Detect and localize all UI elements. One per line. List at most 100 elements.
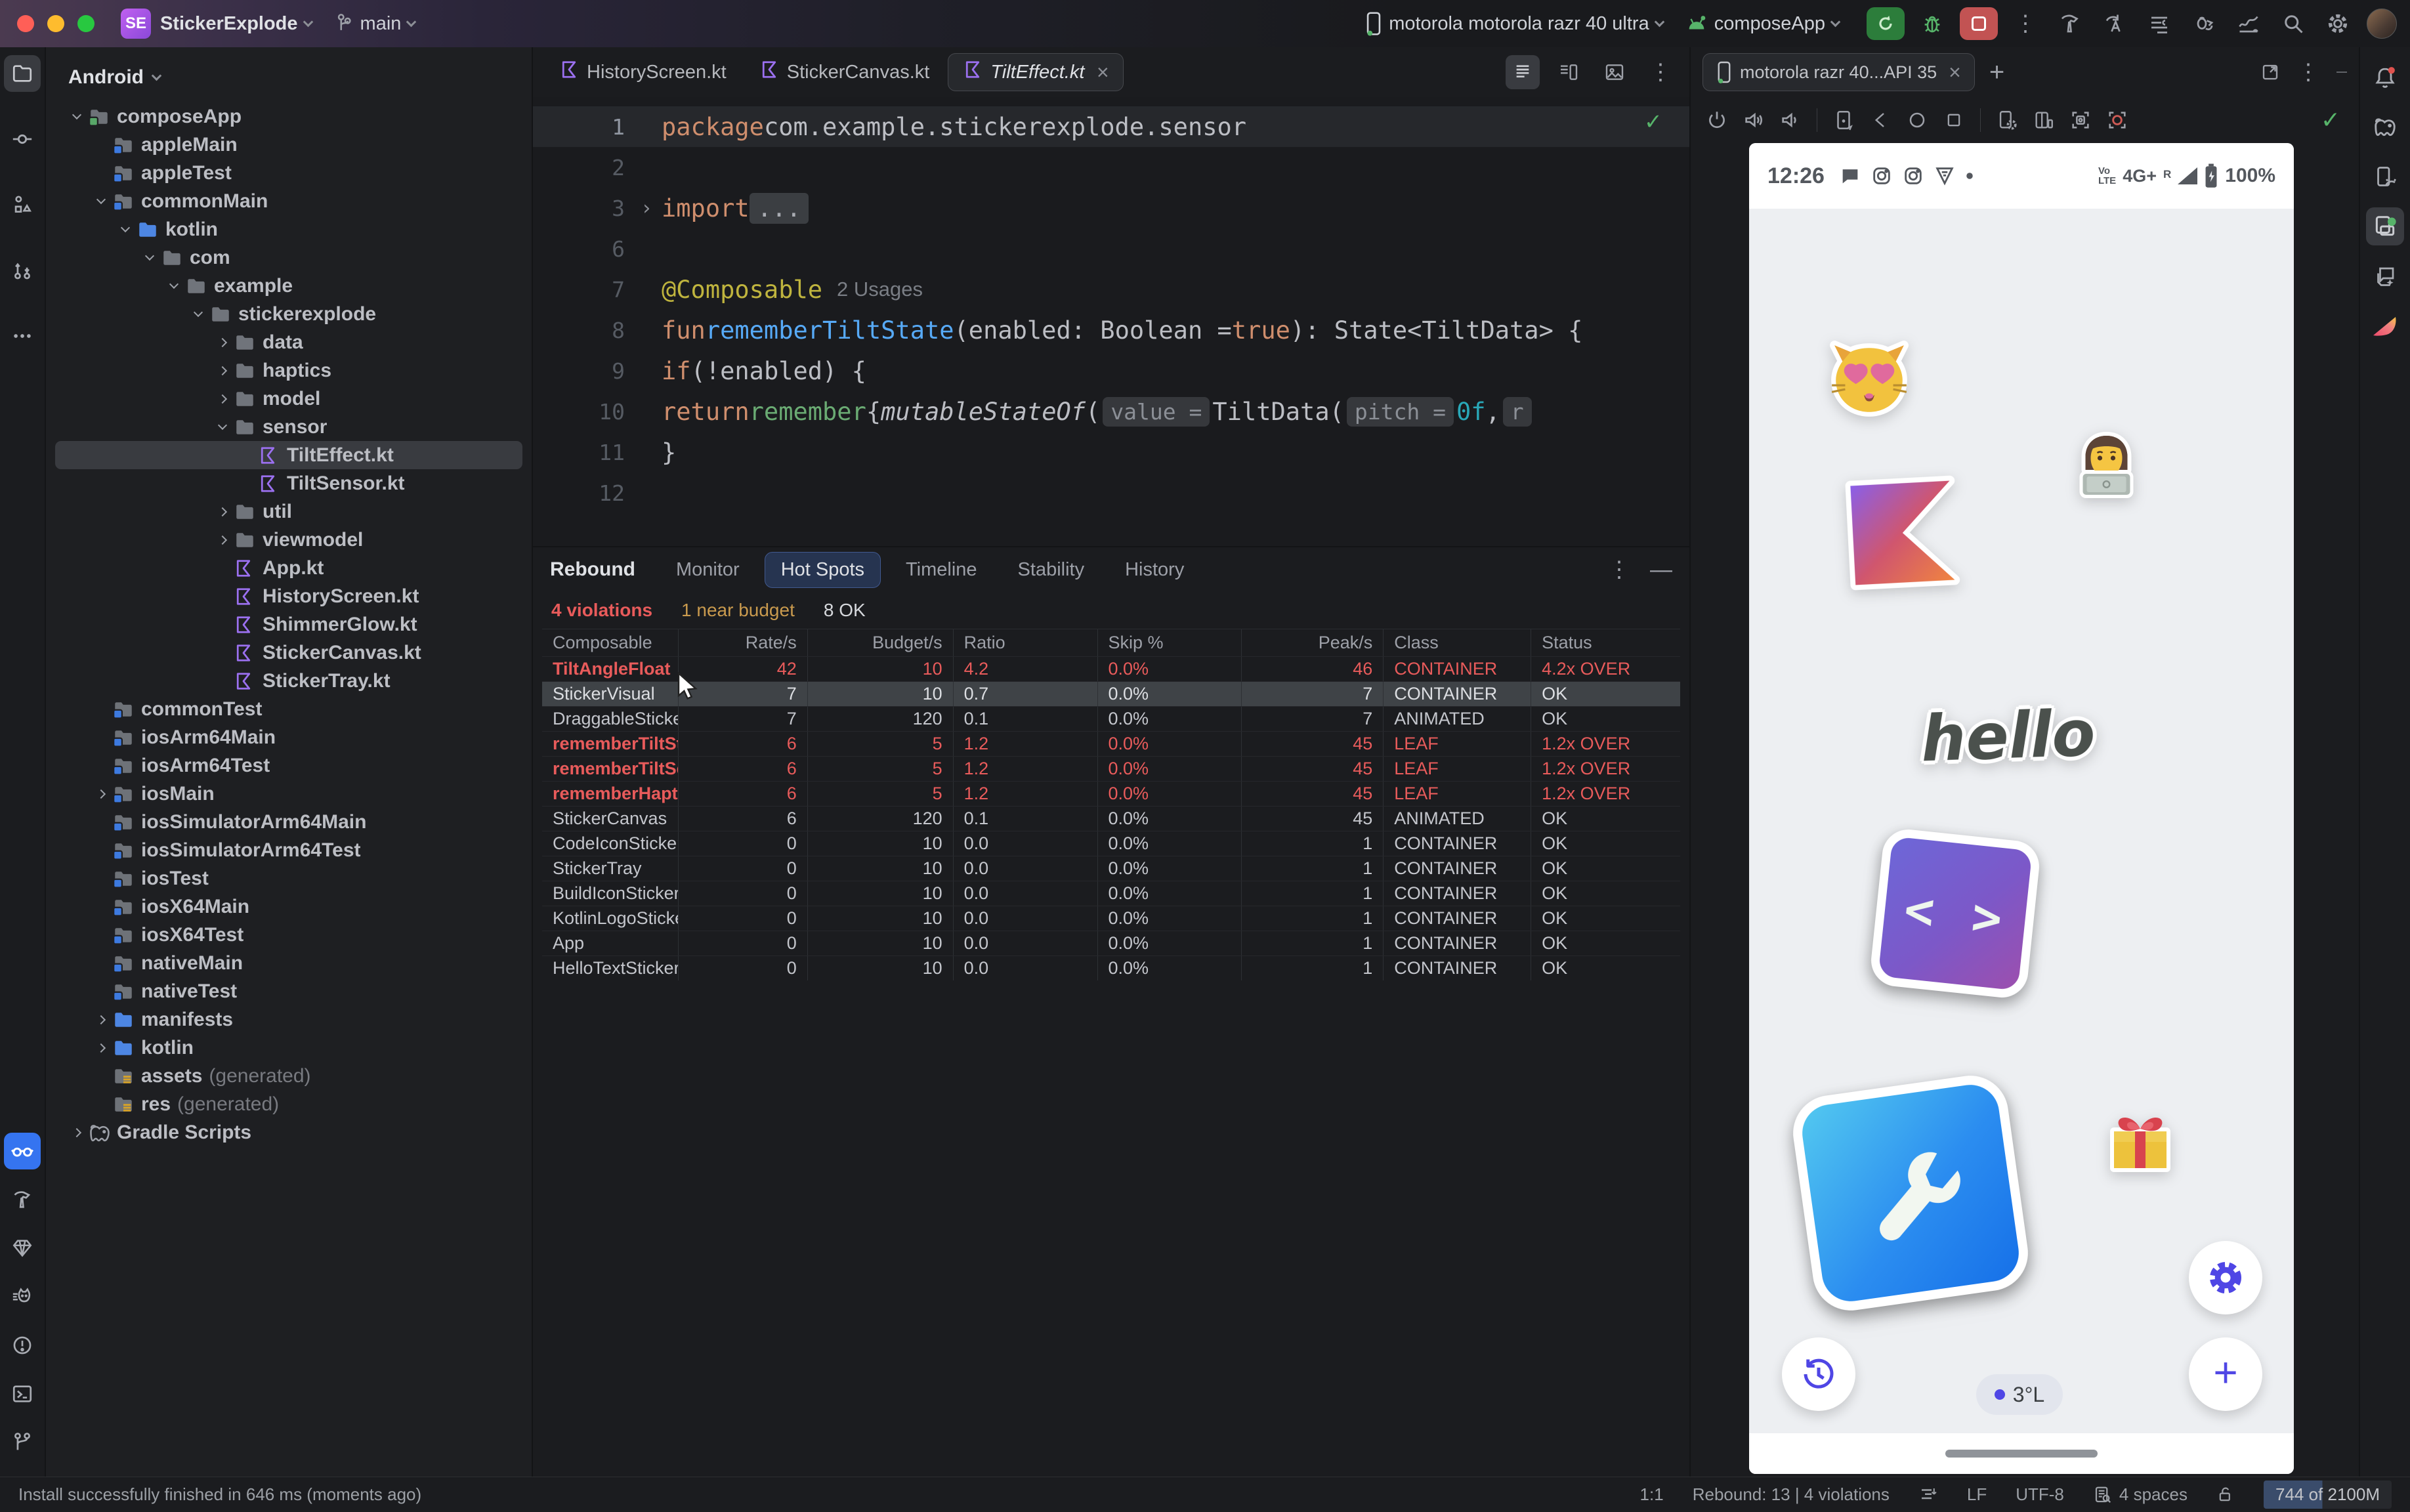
readonly-lock-icon[interactable] xyxy=(2216,1486,2235,1504)
tree-item-res[interactable]: res (generated) xyxy=(55,1090,522,1118)
rerun-button[interactable] xyxy=(1867,7,1905,40)
chevron-icon[interactable] xyxy=(90,1015,112,1024)
device-tab[interactable]: motorola razr 40...API 35 × xyxy=(1702,53,1975,91)
tree-item-stickercanvas-kt[interactable]: StickerCanvas.kt xyxy=(55,639,522,667)
project-tool-button[interactable] xyxy=(4,55,41,92)
chevron-icon[interactable] xyxy=(66,110,88,119)
tree-item-assets[interactable]: assets (generated) xyxy=(55,1062,522,1090)
tree-item-tiltsensor-kt[interactable]: TiltSensor.kt xyxy=(55,469,522,497)
settings-fab[interactable] xyxy=(2189,1241,2262,1314)
rebound-minimize-button[interactable]: — xyxy=(1650,557,1672,583)
tree-item-app-kt[interactable]: App.kt xyxy=(55,554,522,582)
rebound-tab-stability[interactable]: Stability xyxy=(1002,553,1101,587)
chevron-icon[interactable] xyxy=(90,789,112,799)
caret-position[interactable]: 1:1 xyxy=(1640,1484,1664,1505)
gift-emoji-sticker[interactable] xyxy=(2103,1102,2177,1179)
code-line[interactable]: 12 xyxy=(533,472,1689,513)
device-overview-button[interactable] xyxy=(1938,104,1970,136)
tree-item-iosarm64main[interactable]: iosArm64Main xyxy=(55,723,522,751)
hello-text-sticker[interactable]: hello xyxy=(1920,696,2096,776)
hotspot-row-stickertray[interactable]: StickerTray 0 10 0.0 0.0% 1 CONTAINER OK xyxy=(542,856,1680,881)
close-tab-icon[interactable]: × xyxy=(1096,60,1109,85)
hotspot-row-draggablesticker[interactable]: DraggableSticker 7 120 0.1 0.0% 7 ANIMATED OK xyxy=(542,706,1680,731)
device-panel-minimize-button[interactable]: — xyxy=(2336,66,2347,78)
code-icon-sticker[interactable]: < > xyxy=(1869,827,2042,1000)
tree-item-applemain[interactable]: appleMain xyxy=(55,131,522,159)
dependencies-tool-button[interactable] xyxy=(4,1230,41,1267)
chevron-icon[interactable] xyxy=(163,279,185,289)
column-header-class[interactable]: Class xyxy=(1384,629,1532,656)
more-tools-button[interactable] xyxy=(4,318,41,354)
column-header-composable[interactable]: Composable xyxy=(542,629,679,656)
device-fold-button[interactable] xyxy=(2028,104,2060,136)
problems-tool-button[interactable] xyxy=(4,1327,41,1364)
rebound-tool-button[interactable] xyxy=(4,1133,41,1169)
device-volume-up-button[interactable] xyxy=(1738,104,1769,136)
notifications-button[interactable] xyxy=(2366,58,2404,96)
tree-item-iossimulatorarm64main[interactable]: iosSimulatorArm64Main xyxy=(55,808,522,836)
minimize-window-button[interactable] xyxy=(47,15,64,32)
fold-chevron-icon[interactable]: › xyxy=(631,197,662,220)
profiler-button[interactable] xyxy=(2096,5,2133,42)
tree-item-composeapp[interactable]: composeApp xyxy=(55,102,522,131)
hotspot-row-buildiconsticker[interactable]: BuildIconSticker 0 10 0.0 0.0% 1 CONTAINER OK xyxy=(542,881,1680,906)
device-power-button[interactable] xyxy=(1701,104,1733,136)
device-back-button[interactable] xyxy=(1865,104,1896,136)
tree-item-viewmodel[interactable]: viewmodel xyxy=(55,526,522,554)
tree-item-stickerexplode[interactable]: stickerexplode xyxy=(55,300,522,328)
hotspot-row-codeiconsticker[interactable]: CodeIconSticker 0 10 0.0 0.0% 1 CONTAINER OK xyxy=(542,831,1680,856)
tree-item-util[interactable]: util xyxy=(55,497,522,526)
run-more-button[interactable]: ⋮ xyxy=(2007,5,2044,42)
tree-item-kotlin[interactable]: kotlin xyxy=(55,1034,522,1062)
column-header-budgets[interactable]: Budget/s xyxy=(808,629,954,656)
tree-item-gradle-scripts[interactable]: Gradle Scripts xyxy=(55,1118,522,1146)
add-device-tab-button[interactable]: + xyxy=(1989,58,2004,87)
chevron-icon[interactable] xyxy=(90,1043,112,1053)
tree-item-nativemain[interactable]: nativeMain xyxy=(55,949,522,977)
vcs-tool-button[interactable] xyxy=(4,252,41,289)
coverage-button[interactable] xyxy=(2230,5,2267,42)
device-settings-button[interactable] xyxy=(1991,104,2023,136)
project-view-selector[interactable]: Android xyxy=(46,62,532,93)
hotspot-row-hellotextsticker[interactable]: HelloTextSticker 0 10 0.0 0.0% 1 CONTAINER OK xyxy=(542,956,1680,980)
device-manager-button[interactable] xyxy=(2366,158,2404,196)
hotspot-row-stickercanvas[interactable]: StickerCanvas 6 120 0.1 0.0% 45 ANIMATED OK xyxy=(542,806,1680,831)
chevron-icon[interactable] xyxy=(211,394,234,404)
file-encoding[interactable]: UTF-8 xyxy=(2016,1484,2064,1505)
terminal-tool-button[interactable] xyxy=(4,1376,41,1412)
tree-item-iostest[interactable]: iosTest xyxy=(55,864,522,892)
code-line[interactable]: 1 package com.example.stickerexplode.sens… xyxy=(533,106,1689,147)
tree-item-example[interactable]: example xyxy=(55,272,522,300)
structure-tool-button[interactable] xyxy=(4,186,41,223)
line-separator[interactable]: LF xyxy=(1967,1484,1987,1505)
sync-button[interactable] xyxy=(2186,5,2222,42)
hotspot-row-kotlinlogosticker[interactable]: KotlinLogoSticker 0 10 0.0 0.0% 1 CONTAINER OK xyxy=(542,906,1680,931)
code-line[interactable]: 8 fun rememberTiltState (enabled: Boolean … xyxy=(533,310,1689,350)
code-line[interactable]: 2 xyxy=(533,147,1689,188)
rebound-tab-timeline[interactable]: Timeline xyxy=(890,553,993,587)
gradle-button[interactable] xyxy=(2366,108,2404,146)
device-home-button[interactable] xyxy=(1901,104,1933,136)
indent-size[interactable]: 4 spaces xyxy=(2093,1484,2188,1505)
code-line[interactable]: 3 › import ... xyxy=(533,188,1689,228)
tree-item-iossimulatorarm64test[interactable]: iosSimulatorArm64Test xyxy=(55,836,522,864)
editor-more-button[interactable]: ⋮ xyxy=(1643,55,1678,89)
open-in-window-icon[interactable] xyxy=(2260,62,2280,82)
branch-selector[interactable]: main xyxy=(334,12,417,35)
column-header-status[interactable]: Status xyxy=(1531,629,1680,656)
tree-item-manifests[interactable]: manifests xyxy=(55,1005,522,1034)
home-indicator[interactable] xyxy=(1945,1450,2098,1458)
gradient-swoosh-button[interactable] xyxy=(2366,307,2404,345)
build-tool-button[interactable] xyxy=(4,1181,41,1218)
device-panel-more-button[interactable]: ⋮ xyxy=(2297,60,2319,83)
rebound-tab-hot-spots[interactable]: Hot Spots xyxy=(764,551,881,588)
history-fab[interactable] xyxy=(1782,1337,1855,1411)
running-devices-button[interactable] xyxy=(2366,207,2404,245)
rebound-status[interactable]: Rebound: 13 | 4 violations xyxy=(1693,1484,1890,1505)
technologist-emoji-sticker[interactable] xyxy=(2072,432,2141,506)
kotlin-logo-sticker[interactable] xyxy=(1843,474,1962,596)
cat-emoji-sticker[interactable] xyxy=(1827,340,1912,423)
code-editor[interactable]: 1 package com.example.stickerexplode.sens… xyxy=(533,97,1689,546)
split-editor-button[interactable] xyxy=(1552,55,1586,89)
build-button[interactable] xyxy=(2052,5,2088,42)
